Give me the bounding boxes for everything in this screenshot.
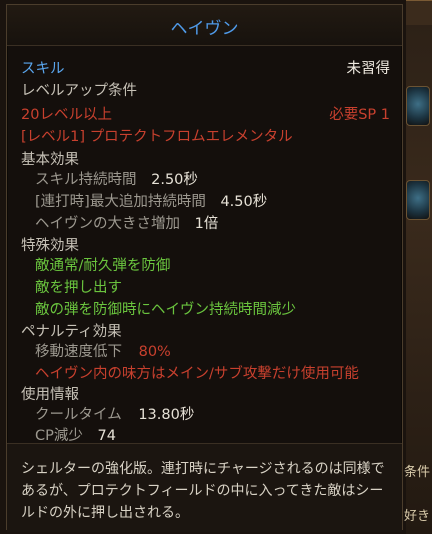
penalty-speed-label: 移動速度低下 <box>35 344 122 360</box>
skill-tooltip: ヘイヴン スキル 未習得 レベルアップ条件 20レベル以上 必要SP 1 [レベ… <box>6 4 403 532</box>
cooldown-label: クールタイム <box>35 407 122 423</box>
skill-description: シェルターの強化版。連打時にチャージされるのは同様であるが、プロテクトフィールド… <box>21 461 385 521</box>
background-skill-slot-icon <box>406 180 430 220</box>
stat-row: スキル持続時間 2.50秒 <box>35 168 198 189</box>
special-effect-item: 敵の弾を防御時にヘイヴン持続時間減少 <box>35 302 296 318</box>
stat-label: ヘイヴンの大きさ増加 <box>35 216 180 232</box>
special-effect-item: 敵通常/耐久弾を防御 <box>35 258 171 274</box>
tooltip-title-bar: ヘイヴン <box>7 5 402 46</box>
penalty-speed-row: 移動速度低下 80% <box>35 340 171 361</box>
prerequisite-skill: [レベル1] プロテクトフロムエレメンタル <box>21 129 293 145</box>
special-effect-heading: 特殊効果 <box>21 238 79 254</box>
stat-label: [連打時]最大追加持続時間 <box>35 194 206 210</box>
learn-status: 未習得 <box>346 61 391 77</box>
description-panel: シェルターの強化版。連打時にチャージされるのは同様であるが、プロテクトフィールド… <box>7 443 402 532</box>
penalty-heading: ペナルティ効果 <box>21 324 122 340</box>
stat-value: 2.50秒 <box>151 172 198 188</box>
cp-row: CP減少 74 <box>35 424 116 445</box>
required-level: 20レベル以上 <box>21 107 112 123</box>
penalty-speed-value: 80% <box>138 344 171 360</box>
background-side-panel <box>406 0 432 534</box>
penalty-note: ヘイヴン内の味方はメイン/サブ攻撃だけ使用可能 <box>35 366 359 382</box>
special-effect-item: 敵を押し出す <box>35 280 122 296</box>
cooldown-value: 13.80秒 <box>138 407 195 423</box>
skill-type-label: スキル <box>21 61 65 77</box>
cp-label: CP減少 <box>35 428 83 444</box>
cp-value: 74 <box>97 428 116 444</box>
stat-value: 1倍 <box>194 216 219 232</box>
background-skill-slot-icon <box>406 86 430 126</box>
levelup-heading: レベルアップ条件 <box>21 83 137 99</box>
usage-heading: 使用情報 <box>21 387 79 403</box>
stat-value: 4.50秒 <box>220 194 268 210</box>
background-text-fragment: 好き <box>403 509 430 524</box>
background-text-fragment: 条件 <box>403 465 430 480</box>
background-top-button <box>406 0 432 25</box>
required-sp: 必要SP 1 <box>329 107 390 123</box>
stat-label: スキル持続時間 <box>35 172 137 188</box>
stat-row: ヘイヴンの大きさ増加 1倍 <box>35 212 218 233</box>
skill-title: ヘイヴン <box>170 19 239 39</box>
basic-effect-heading: 基本効果 <box>21 152 79 168</box>
stat-row: [連打時]最大追加持続時間 4.50秒 <box>35 190 267 211</box>
cooldown-row: クールタイム 13.80秒 <box>35 403 194 424</box>
